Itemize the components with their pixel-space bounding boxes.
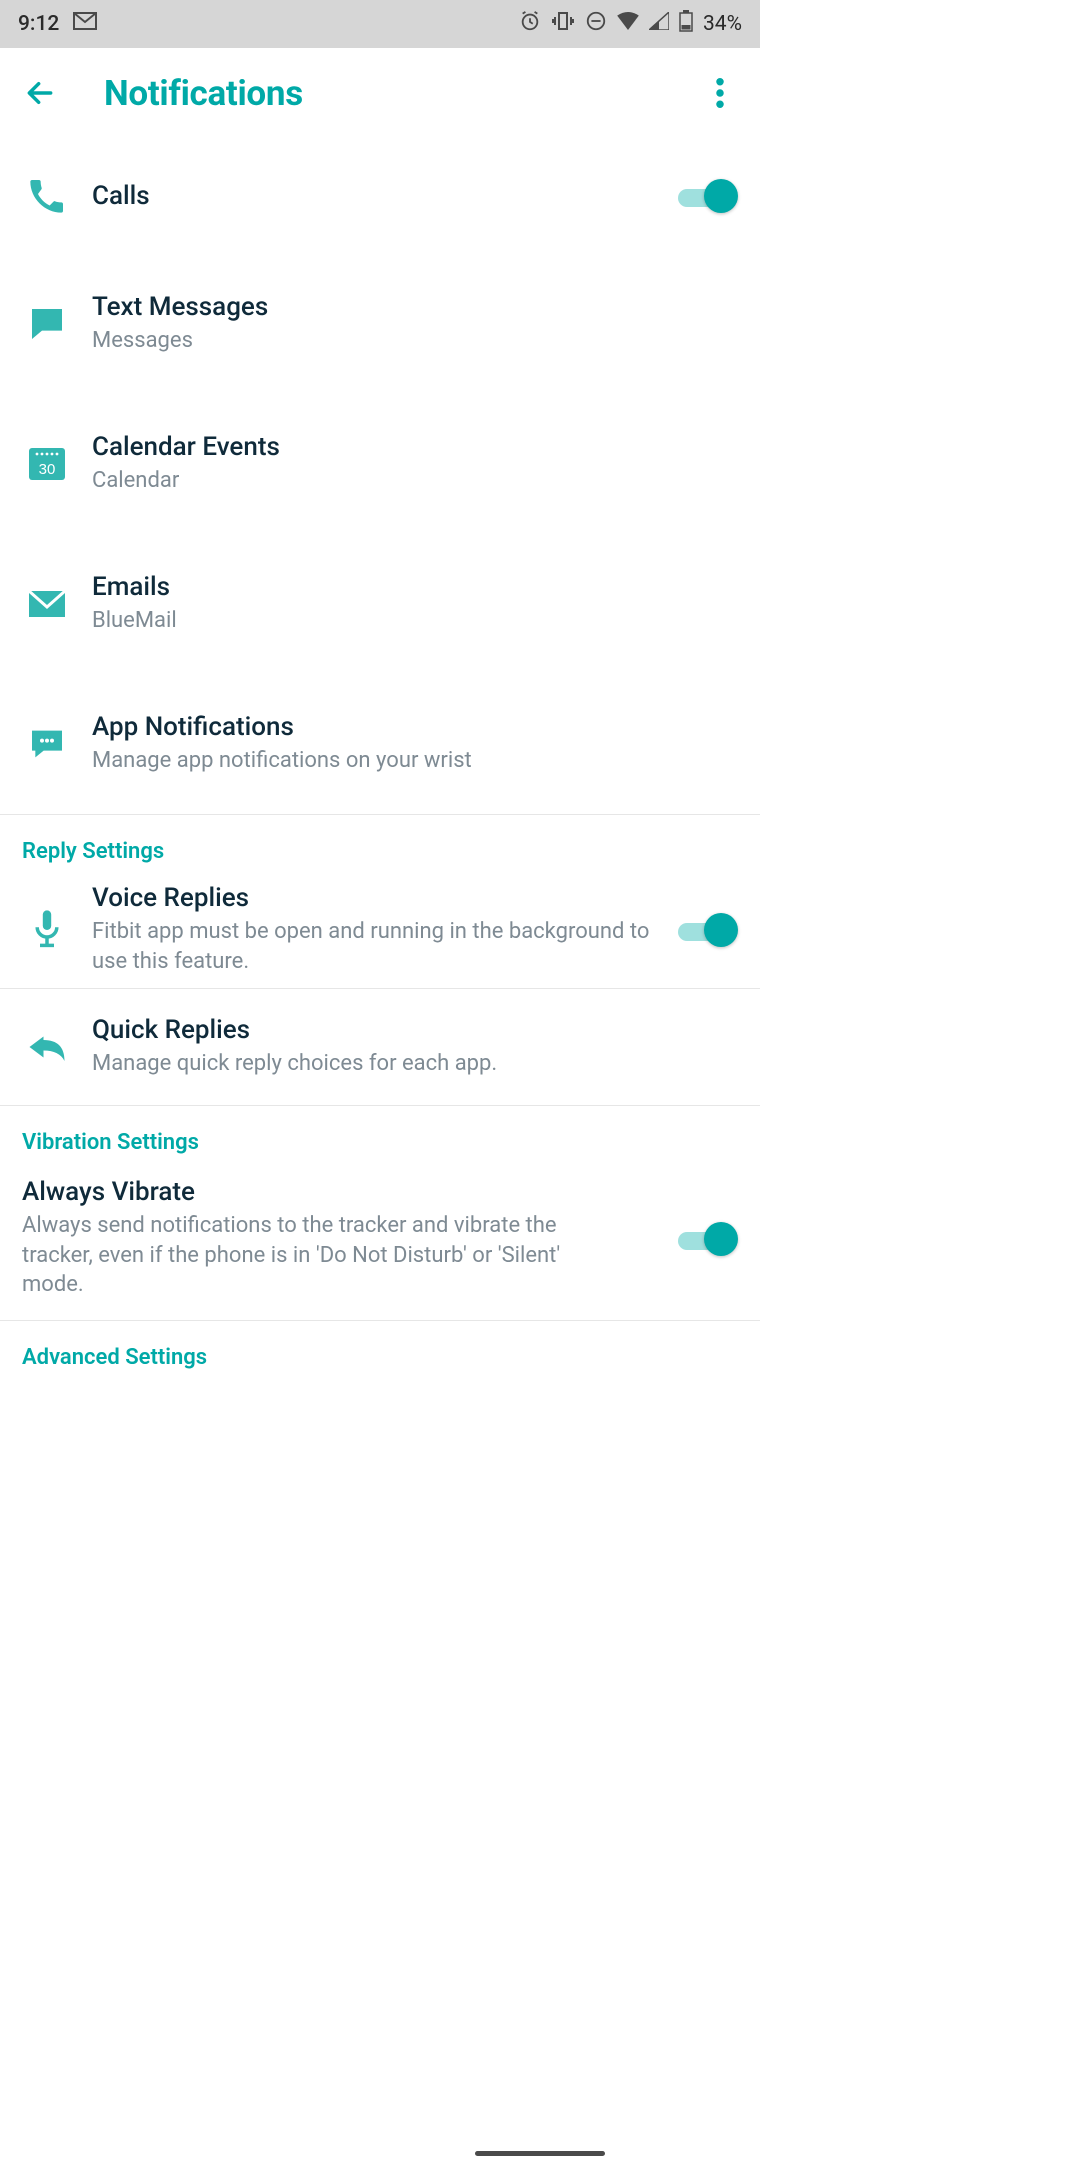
calls-row[interactable]: Calls xyxy=(0,138,760,254)
back-button[interactable] xyxy=(22,75,58,111)
phone-icon xyxy=(22,176,72,216)
text-messages-row[interactable]: Text Messages Messages xyxy=(0,254,760,394)
calendar-events-title: Calendar Events xyxy=(92,432,738,462)
overflow-menu-button[interactable] xyxy=(702,75,738,111)
emails-row[interactable]: Emails BlueMail xyxy=(0,534,760,674)
voice-replies-sub: Fitbit app must be open and running in t… xyxy=(92,917,678,976)
reply-settings-header: Reply Settings xyxy=(0,815,760,872)
svg-text:30: 30 xyxy=(39,461,56,478)
advanced-settings-header: Advanced Settings xyxy=(0,1321,760,1390)
status-time: 9:12 xyxy=(18,12,59,36)
status-battery-text: 34% xyxy=(703,12,742,36)
wifi-icon xyxy=(617,12,639,36)
quick-replies-sub: Manage quick reply choices for each app. xyxy=(92,1049,738,1079)
quick-replies-title: Quick Replies xyxy=(92,1015,738,1045)
reply-arrow-icon xyxy=(22,1029,72,1065)
voice-replies-toggle[interactable] xyxy=(678,911,738,949)
calendar-icon: 30 xyxy=(22,444,72,484)
always-vibrate-sub: Always send notifications to the tracker… xyxy=(22,1211,592,1300)
microphone-icon xyxy=(22,909,72,951)
calendar-events-sub: Calendar xyxy=(92,466,738,496)
mail-icon xyxy=(73,12,97,36)
email-icon xyxy=(22,589,72,619)
voice-replies-title: Voice Replies xyxy=(92,883,678,913)
voice-replies-row[interactable]: Voice Replies Fitbit app must be open an… xyxy=(0,872,760,988)
app-notifications-row[interactable]: App Notifications Manage app notificatio… xyxy=(0,674,760,814)
app-notifications-sub: Manage app notifications on your wrist xyxy=(92,746,738,776)
vibrate-icon xyxy=(551,10,575,38)
calls-title: Calls xyxy=(92,181,678,211)
signal-icon xyxy=(649,12,669,36)
app-notifications-icon xyxy=(22,724,72,764)
app-notifications-title: App Notifications xyxy=(92,712,738,742)
text-messages-sub: Messages xyxy=(92,326,738,356)
battery-icon xyxy=(679,10,693,38)
app-header: Notifications xyxy=(0,48,760,138)
emails-sub: BlueMail xyxy=(92,606,738,636)
always-vibrate-row[interactable]: Always Vibrate Always send notifications… xyxy=(0,1163,760,1320)
emails-title: Emails xyxy=(92,572,738,602)
always-vibrate-title: Always Vibrate xyxy=(22,1177,592,1207)
status-bar: 9:12 34% xyxy=(0,0,760,48)
dnd-icon xyxy=(585,10,607,38)
always-vibrate-toggle[interactable] xyxy=(678,1220,738,1258)
chat-icon xyxy=(22,304,72,344)
vibration-settings-header: Vibration Settings xyxy=(0,1106,760,1163)
settings-list: Calls Text Messages Messages 30 Calendar… xyxy=(0,138,760,1390)
page-title: Notifications xyxy=(104,73,303,114)
calls-toggle[interactable] xyxy=(678,177,738,215)
quick-replies-row[interactable]: Quick Replies Manage quick reply choices… xyxy=(0,989,760,1105)
calendar-events-row[interactable]: 30 Calendar Events Calendar xyxy=(0,394,760,534)
alarm-icon xyxy=(519,10,541,38)
text-messages-title: Text Messages xyxy=(92,292,738,322)
home-indicator[interactable] xyxy=(475,2151,605,2156)
